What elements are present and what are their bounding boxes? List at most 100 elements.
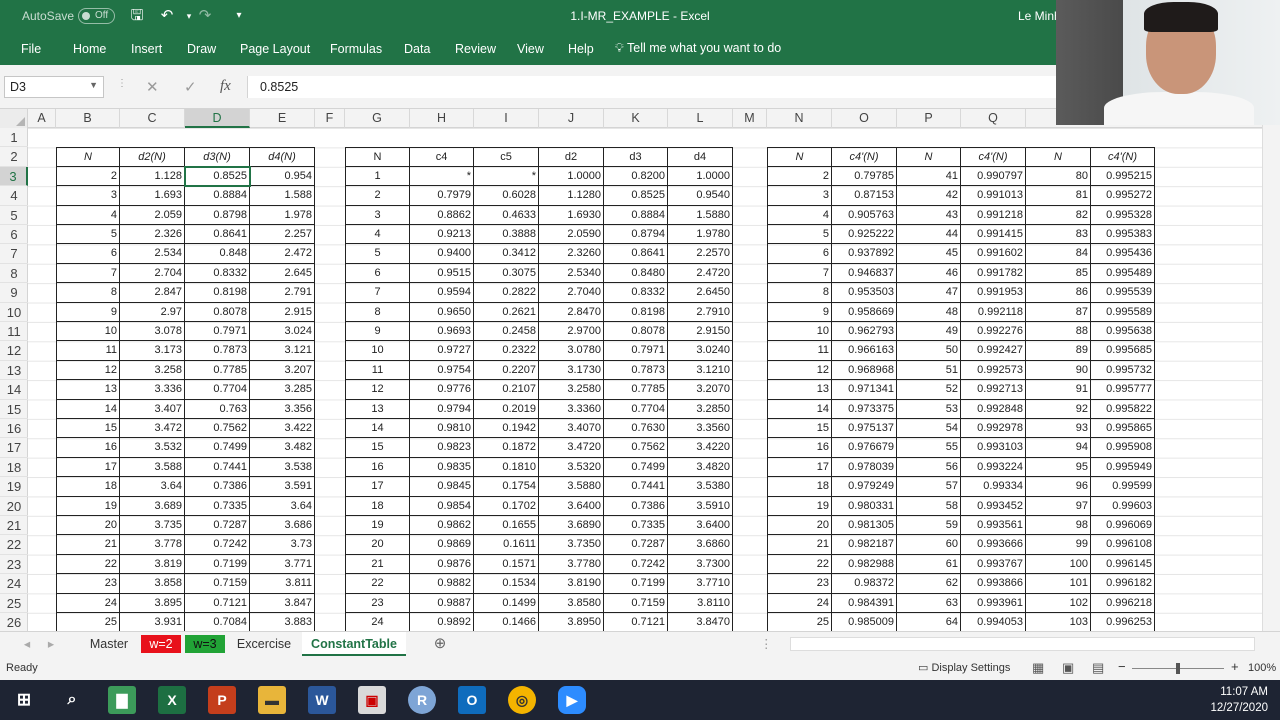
cell-j10[interactable]: 2.8470 (539, 302, 604, 322)
cell-d5[interactable]: 0.8798 (185, 205, 250, 225)
cell-k14[interactable]: 0.7785 (604, 380, 668, 400)
cell-i6[interactable]: 0.3888 (474, 225, 539, 245)
word-icon[interactable]: W (308, 686, 336, 714)
cell-k10[interactable]: 0.8198 (604, 302, 668, 322)
cell-s9[interactable]: 0.995539 (1091, 283, 1155, 303)
cell-e20[interactable]: 3.64 (250, 496, 315, 516)
cell-b7[interactable]: 6 (56, 244, 120, 264)
zoom-in-icon[interactable]: + (1231, 659, 1239, 674)
cell-q13[interactable]: 0.992573 (961, 360, 1026, 381)
search-icon[interactable]: ⌕ (58, 686, 86, 714)
cell-l5[interactable]: 1.5880 (668, 205, 733, 225)
cell-j23[interactable]: 3.7780 (539, 554, 604, 575)
row-header-5[interactable]: 5 (0, 206, 28, 225)
file-explorer-icon[interactable]: ▬ (258, 686, 286, 714)
cell-j3[interactable]: 1.0000 (539, 166, 604, 187)
cell-d23[interactable]: 0.7199 (185, 554, 250, 575)
cell-c8[interactable]: 2.704 (120, 263, 185, 284)
cell-g26[interactable]: 24 (345, 613, 410, 631)
cell-r15[interactable]: 92 (1026, 399, 1091, 419)
cell-r23[interactable]: 100 (1026, 554, 1091, 575)
cell-l8[interactable]: 2.4720 (668, 263, 733, 284)
cell-r4[interactable]: 81 (1026, 186, 1091, 206)
cell-o9[interactable]: 0.953503 (832, 283, 897, 303)
cell-j17[interactable]: 3.4720 (539, 438, 604, 458)
cell-k18[interactable]: 0.7499 (604, 457, 668, 478)
cell-h11[interactable]: 0.9693 (410, 322, 474, 342)
cell-n8[interactable]: 7 (767, 263, 832, 284)
cell-d12[interactable]: 0.7873 (185, 341, 250, 361)
cell-q4[interactable]: 0.991013 (961, 186, 1026, 206)
cell-q9[interactable]: 0.991953 (961, 283, 1026, 303)
cell-s13[interactable]: 0.995732 (1091, 360, 1155, 381)
cell-g8[interactable]: 6 (345, 263, 410, 284)
cell-s24[interactable]: 0.996182 (1091, 574, 1155, 594)
cell-g3[interactable]: 1 (345, 166, 410, 187)
cell-k16[interactable]: 0.7630 (604, 419, 668, 439)
cell-e22[interactable]: 3.73 (250, 535, 315, 555)
cell-s6[interactable]: 0.995383 (1091, 225, 1155, 245)
cell-n14[interactable]: 13 (767, 380, 832, 400)
tab-page-layout[interactable]: Page Layout (240, 42, 310, 56)
cell-h23[interactable]: 0.9876 (410, 554, 474, 575)
cell-d9[interactable]: 0.8198 (185, 283, 250, 303)
cell-e13[interactable]: 3.207 (250, 360, 315, 381)
cell-c23[interactable]: 3.819 (120, 554, 185, 575)
cell-c22[interactable]: 3.778 (120, 535, 185, 555)
cell-n6[interactable]: 5 (767, 225, 832, 245)
cell-l20[interactable]: 3.5910 (668, 496, 733, 516)
cell-q6[interactable]: 0.991415 (961, 225, 1026, 245)
cell-i7[interactable]: 0.3412 (474, 244, 539, 264)
sheet-tab-w2[interactable]: w=2 (141, 635, 181, 653)
add-sheet-icon[interactable]: ⊕ (430, 632, 450, 656)
cell-e26[interactable]: 3.883 (250, 613, 315, 631)
cell-q12[interactable]: 0.992427 (961, 341, 1026, 361)
cell-p2[interactable]: N (897, 147, 961, 167)
cell-p22[interactable]: 60 (897, 535, 961, 555)
cell-g7[interactable]: 5 (345, 244, 410, 264)
cell-j25[interactable]: 3.8580 (539, 593, 604, 613)
cancel-icon[interactable]: ✕ (146, 78, 159, 96)
chrome-icon[interactable]: ◎ (508, 686, 536, 714)
cell-s21[interactable]: 0.996069 (1091, 516, 1155, 536)
cell-s26[interactable]: 0.996253 (1091, 613, 1155, 631)
cell-h5[interactable]: 0.8862 (410, 205, 474, 225)
cell-r11[interactable]: 88 (1026, 322, 1091, 342)
cell-c10[interactable]: 2.97 (120, 302, 185, 322)
cell-e16[interactable]: 3.422 (250, 419, 315, 439)
cell-b8[interactable]: 7 (56, 263, 120, 284)
cell-p21[interactable]: 59 (897, 516, 961, 536)
cell-g24[interactable]: 22 (345, 574, 410, 594)
row-header-20[interactable]: 20 (0, 497, 28, 516)
cell-g23[interactable]: 21 (345, 554, 410, 575)
cell-e18[interactable]: 3.538 (250, 457, 315, 478)
cell-q21[interactable]: 0.993561 (961, 516, 1026, 536)
cell-i3[interactable]: * (474, 166, 539, 187)
cell-h24[interactable]: 0.9882 (410, 574, 474, 594)
cell-c16[interactable]: 3.472 (120, 419, 185, 439)
cell-r24[interactable]: 101 (1026, 574, 1091, 594)
cell-g25[interactable]: 23 (345, 593, 410, 613)
cell-p25[interactable]: 63 (897, 593, 961, 613)
cell-j9[interactable]: 2.7040 (539, 283, 604, 303)
formula-input[interactable]: 0.8525 (247, 76, 1067, 98)
row-header-25[interactable]: 25 (0, 594, 28, 613)
cell-b13[interactable]: 12 (56, 360, 120, 381)
cell-s17[interactable]: 0.995908 (1091, 438, 1155, 458)
cell-q24[interactable]: 0.993866 (961, 574, 1026, 594)
select-all-corner[interactable] (0, 109, 28, 128)
cell-l25[interactable]: 3.8110 (668, 593, 733, 613)
cell-k19[interactable]: 0.7441 (604, 477, 668, 497)
cell-l16[interactable]: 3.3560 (668, 419, 733, 439)
cell-j18[interactable]: 3.5320 (539, 457, 604, 478)
cell-p23[interactable]: 61 (897, 554, 961, 575)
cell-i16[interactable]: 0.1942 (474, 419, 539, 439)
cell-h17[interactable]: 0.9823 (410, 438, 474, 458)
cell-j5[interactable]: 1.6930 (539, 205, 604, 225)
cell-d26[interactable]: 0.7084 (185, 613, 250, 631)
cell-s3[interactable]: 0.995215 (1091, 166, 1155, 187)
r-icon[interactable]: R (408, 686, 436, 714)
row-header-10[interactable]: 10 (0, 303, 28, 322)
row-header-21[interactable]: 21 (0, 516, 28, 536)
cell-o23[interactable]: 0.982988 (832, 554, 897, 575)
